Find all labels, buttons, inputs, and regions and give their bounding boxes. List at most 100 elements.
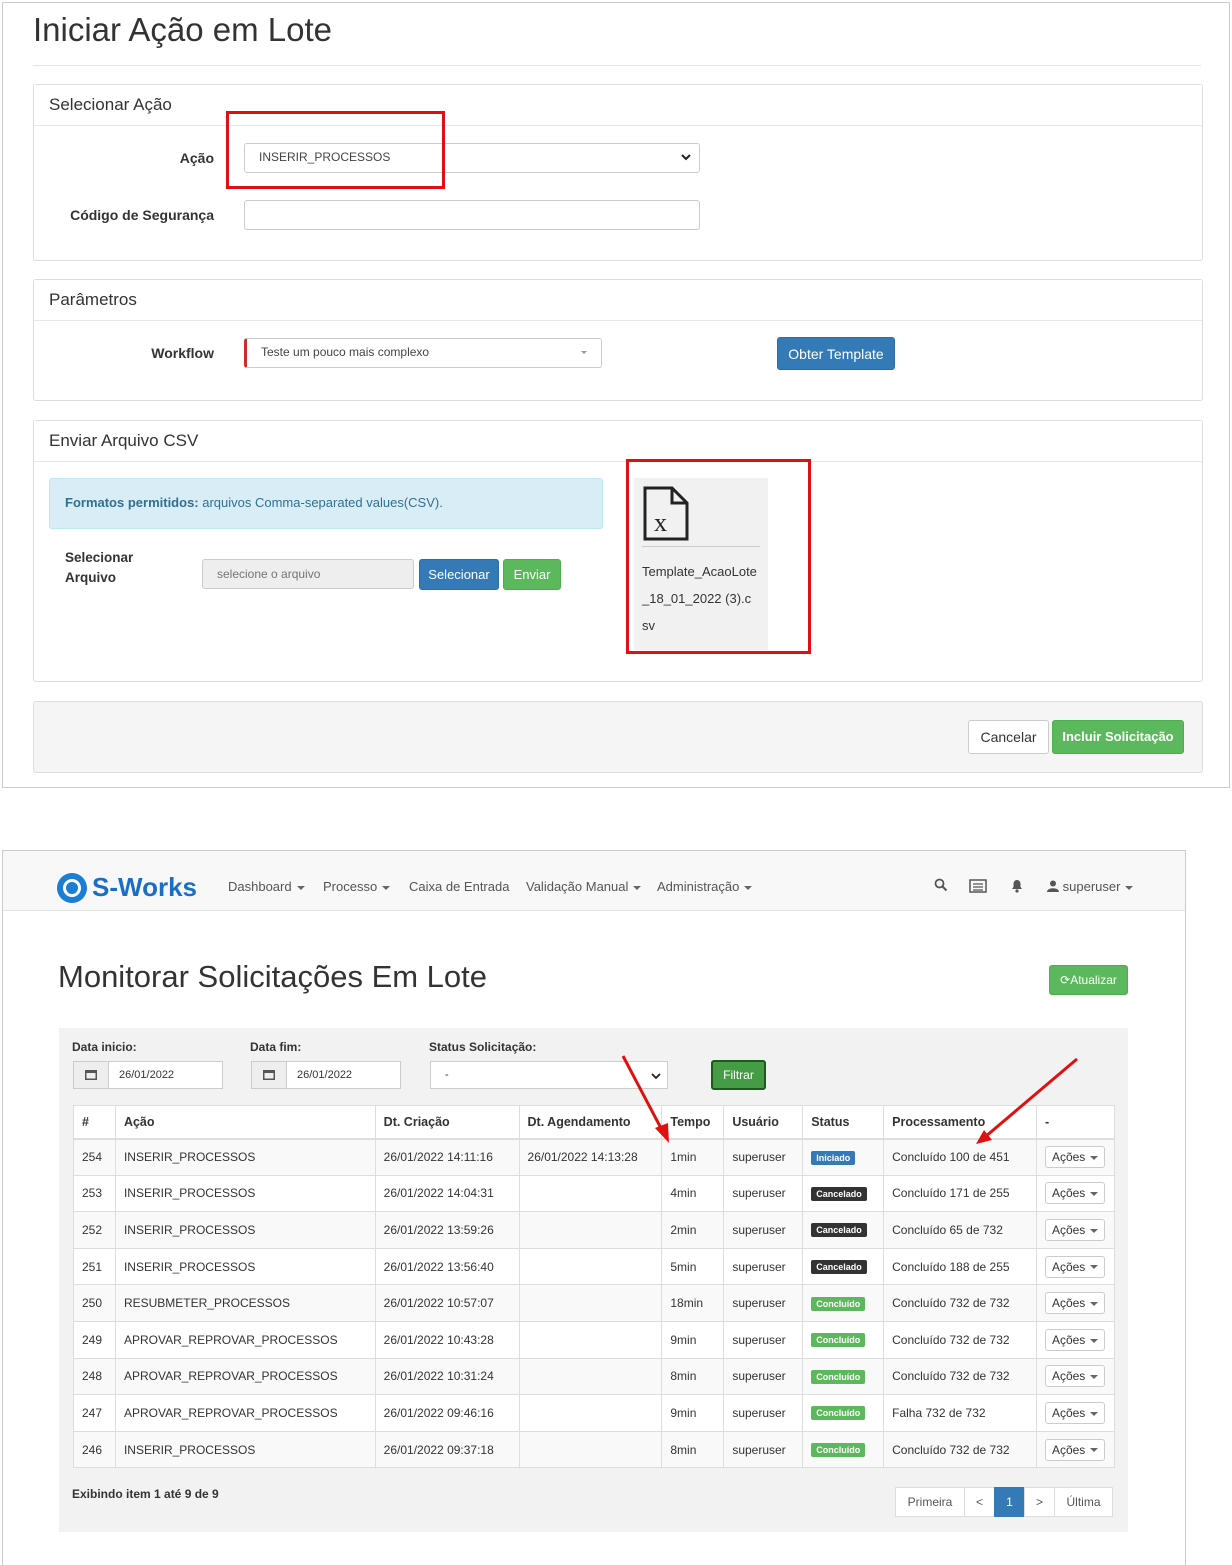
cell-tempo: 8min [661, 1357, 725, 1396]
pagination-next[interactable]: > [1024, 1487, 1055, 1517]
cell-acao: INSERIR_PROCESSOS [114, 1211, 376, 1249]
cell-processamento: Concluído 171 de 255 [883, 1174, 1037, 1213]
incluir-solicitacao-button[interactable]: Incluir Solicitação [1052, 720, 1184, 754]
cell-tempo: 9min [661, 1320, 725, 1359]
cell-actions: Ações [1035, 1174, 1116, 1213]
table-row: 253 INSERIR_PROCESSOS 26/01/2022 14:04:31 4… [73, 1174, 1116, 1213]
search-icon[interactable] [934, 878, 948, 892]
cell-id: 247 [73, 1394, 116, 1432]
acoes-dropdown-button[interactable]: Ações [1044, 1146, 1106, 1169]
nav-processo[interactable]: Processo [323, 879, 391, 894]
column-header: Tempo [661, 1105, 725, 1140]
acoes-dropdown-button[interactable]: Ações [1044, 1255, 1106, 1278]
nav-label: Processo [323, 879, 378, 894]
pagination-first[interactable]: Primeira [895, 1487, 965, 1517]
cell-id: 248 [73, 1357, 116, 1396]
cell-criacao: 26/01/2022 10:31:24 [374, 1357, 520, 1396]
cancelar-button[interactable]: Cancelar [968, 720, 1049, 754]
column-header: - [1035, 1105, 1116, 1140]
cell-acao: RESUBMETER_PROCESSOS [114, 1284, 376, 1322]
cell-actions: Ações [1035, 1430, 1116, 1469]
caret-down-icon [382, 885, 391, 890]
table-row: 251 INSERIR_PROCESSOS 26/01/2022 13:56:40 5… [73, 1247, 1116, 1286]
cell-processamento: Concluído 732 de 732 [883, 1284, 1037, 1322]
data-fim-value: 26/01/2022 [297, 1069, 353, 1081]
nav-validacao-manual[interactable]: Validação Manual [526, 879, 642, 894]
acoes-dropdown-button[interactable]: Ações [1044, 1365, 1106, 1388]
atualizar-button[interactable]: ⟳Atualizar [1049, 965, 1128, 995]
acoes-dropdown-button[interactable]: Ações [1044, 1292, 1106, 1315]
cell-processamento: Concluído 100 de 451 [883, 1138, 1037, 1176]
cell-acao: INSERIR_PROCESSOS [114, 1430, 376, 1469]
cell-id: 253 [73, 1174, 116, 1213]
data-fim-input[interactable]: 26/01/2022 [251, 1061, 401, 1089]
nav-label: Validação Manual [526, 879, 629, 894]
codigo-label: Código de Segurança [70, 207, 214, 223]
alert-strong: Formatos permitidos: [65, 495, 199, 510]
status-badge: Iniciado [811, 1150, 856, 1165]
caret-down-icon [1090, 1375, 1099, 1380]
status-select[interactable]: - [430, 1061, 668, 1089]
status-badge: Cancelado [811, 1223, 867, 1238]
cell-usuario: superuser [723, 1357, 804, 1396]
codigo-seguranca-input[interactable] [244, 200, 700, 230]
cell-processamento: Falha 732 de 732 [883, 1394, 1037, 1432]
enviar-button[interactable]: Enviar [503, 559, 561, 590]
pagination-prev[interactable]: < [964, 1487, 995, 1517]
nav-dashboard[interactable]: Dashboard [228, 879, 305, 894]
cell-processamento: Concluído 732 de 732 [883, 1430, 1037, 1469]
cell-tempo: 9min [661, 1394, 725, 1432]
acoes-dropdown-button[interactable]: Ações [1044, 1328, 1106, 1351]
acoes-dropdown-button[interactable]: Ações [1044, 1401, 1106, 1424]
bell-icon[interactable] [1010, 878, 1024, 893]
batch-requests-table: # Ação Dt. Criação Dt. Agendamento Tempo… [73, 1105, 1116, 1469]
title-divider [33, 65, 1201, 66]
cell-agendamento [518, 1247, 663, 1286]
formats-alert: Formatos permitidos: arquivos Comma-sepa… [49, 478, 603, 529]
obter-template-button[interactable]: Obter Template [777, 337, 895, 370]
pagination-last[interactable]: Última [1054, 1487, 1113, 1517]
nav-caixa-entrada[interactable]: Caixa de Entrada [409, 879, 509, 894]
calendar-icon [74, 1062, 109, 1088]
list-icon[interactable] [969, 879, 987, 893]
acoes-dropdown-button[interactable]: Ações [1044, 1218, 1106, 1241]
table-row: 247 APROVAR_REPROVAR_PROCESSOS 26/01/2022 … [73, 1394, 1116, 1432]
cell-acao: INSERIR_PROCESSOS [114, 1174, 376, 1213]
caret-down-icon [1125, 885, 1134, 890]
file-path-input[interactable] [202, 559, 414, 589]
nav-administracao[interactable]: Administração [657, 879, 753, 894]
selecionar-button[interactable]: Selecionar [419, 559, 499, 590]
column-header: Usuário [723, 1105, 804, 1140]
pagination-current[interactable]: 1 [994, 1487, 1025, 1517]
table-row: 254 INSERIR_PROCESSOS 26/01/2022 14:11:16 2… [73, 1138, 1116, 1176]
cell-agendamento [518, 1174, 663, 1213]
status-select-value: - [445, 1069, 449, 1081]
acoes-label: Ações [1051, 1442, 1086, 1457]
data-inicio-input[interactable]: 26/01/2022 [73, 1061, 223, 1089]
filtrar-button[interactable]: Filtrar [711, 1060, 766, 1090]
top-navbar: S-Works Dashboard Processo Caixa de Entr… [3, 851, 1185, 911]
acoes-dropdown-button[interactable]: Ações [1044, 1182, 1106, 1205]
cell-tempo: 8min [661, 1430, 725, 1469]
column-header: Processamento [883, 1105, 1037, 1140]
brand-name[interactable]: S-Works [92, 872, 197, 903]
acoes-dropdown-button[interactable]: Ações [1044, 1438, 1106, 1461]
cell-agendamento: 26/01/2022 14:13:28 [518, 1138, 663, 1176]
table-row: 248 APROVAR_REPROVAR_PROCESSOS 26/01/2022 … [73, 1357, 1116, 1396]
cell-id: 250 [73, 1284, 116, 1322]
caret-down-icon [1090, 1228, 1099, 1233]
status-badge: Concluído [811, 1296, 866, 1311]
cell-tempo: 5min [661, 1247, 725, 1286]
workflow-select[interactable]: Teste um pouco mais complexo [244, 338, 602, 368]
acoes-label: Ações [1051, 1150, 1086, 1165]
pagination-summary: Exibindo item 1 até 9 de 9 [72, 1487, 219, 1501]
acao-label: Ação [179, 150, 214, 166]
cell-criacao: 26/01/2022 14:04:31 [374, 1174, 520, 1213]
monitor-screenshot: S-Works Dashboard Processo Caixa de Entr… [2, 850, 1186, 1565]
cell-actions: Ações [1035, 1284, 1116, 1322]
acoes-label: Ações [1051, 1259, 1086, 1274]
cell-tempo: 1min [661, 1138, 725, 1176]
user-menu[interactable]: superuser [1047, 879, 1134, 894]
acoes-label: Ações [1051, 1296, 1086, 1311]
cell-acao: INSERIR_PROCESSOS [114, 1138, 376, 1176]
